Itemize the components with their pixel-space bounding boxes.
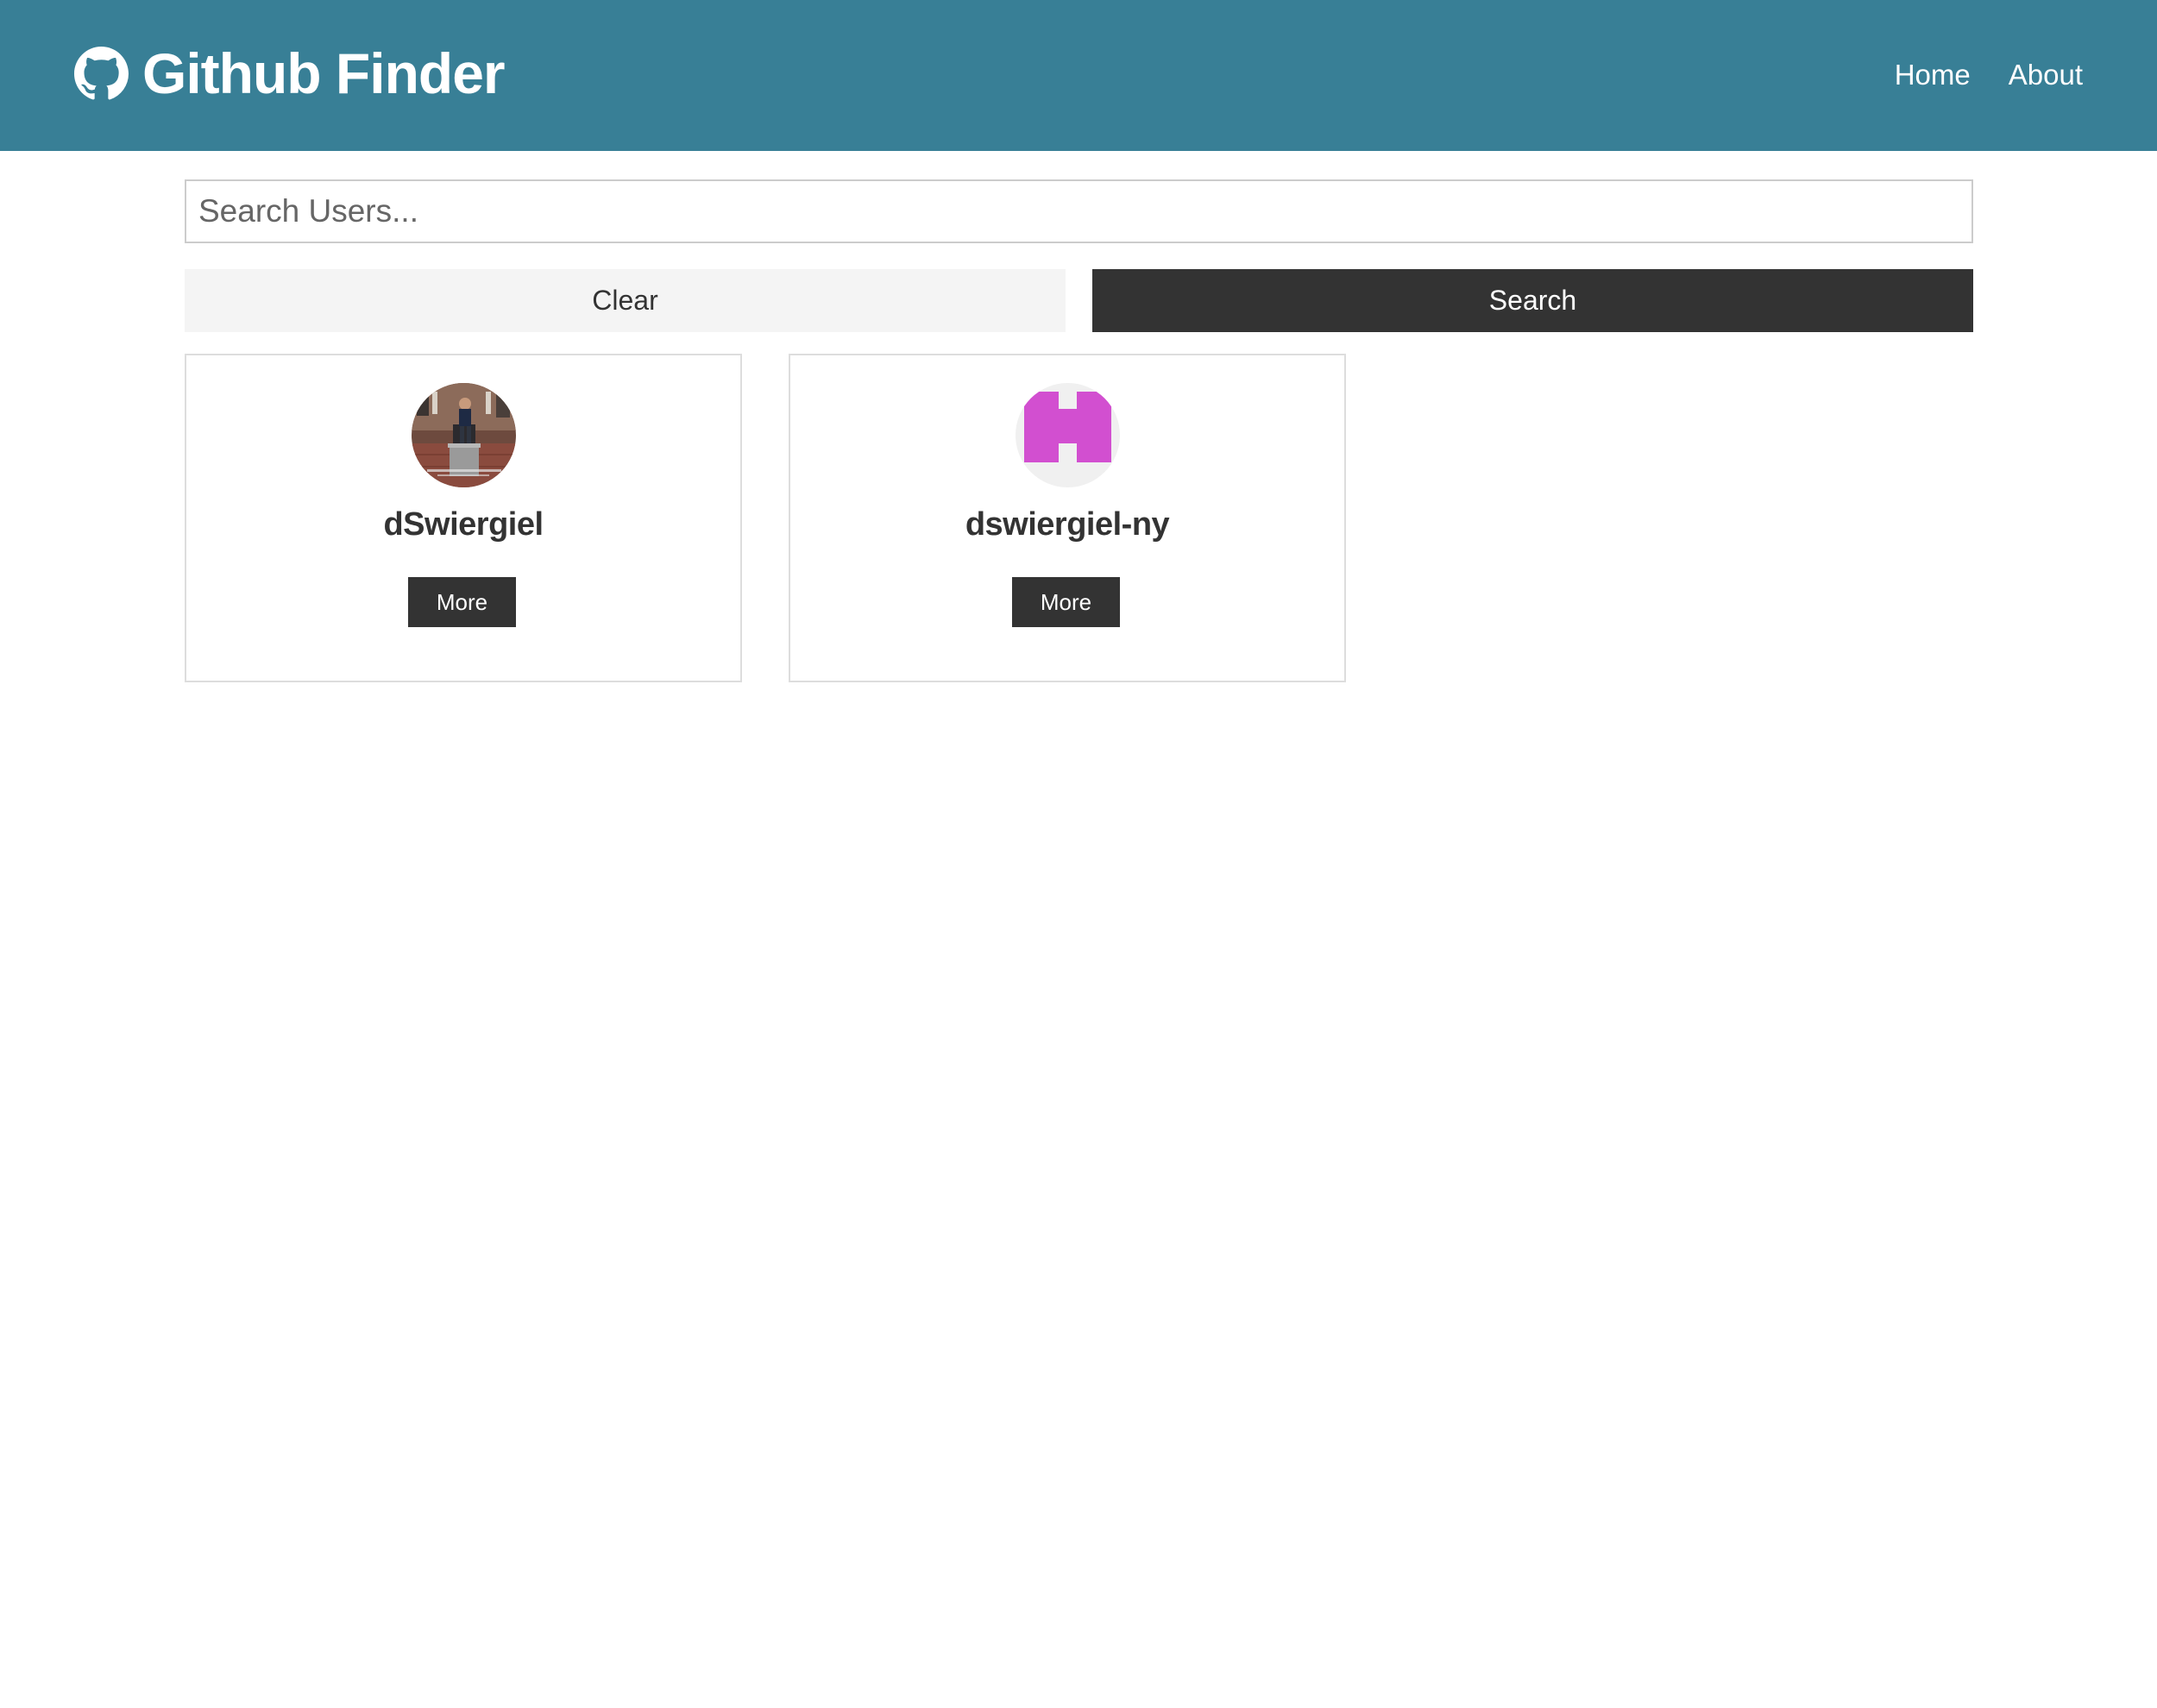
more-button[interactable]: More bbox=[408, 577, 516, 627]
nav-links: Home About bbox=[1857, 53, 2083, 97]
github-icon bbox=[74, 46, 129, 101]
nav-link-about[interactable]: About bbox=[2009, 59, 2083, 91]
search-input[interactable] bbox=[185, 179, 1973, 243]
brand[interactable]: Github Finder bbox=[74, 41, 506, 105]
user-login: dSwiergiel bbox=[383, 506, 544, 543]
more-button[interactable]: More bbox=[1012, 577, 1120, 627]
user-avatar-identicon bbox=[1016, 383, 1120, 487]
user-login: dswiergiel-ny bbox=[965, 506, 1170, 543]
user-card: dSwiergiel More bbox=[185, 354, 742, 682]
nav-link-home[interactable]: Home bbox=[1895, 59, 1971, 91]
user-avatar-photo bbox=[412, 383, 516, 487]
navbar: Github Finder Home About bbox=[0, 0, 2157, 151]
app-title: Github Finder bbox=[142, 41, 506, 105]
user-card: dswiergiel-ny More bbox=[789, 354, 1346, 682]
search-button[interactable]: Search bbox=[1092, 269, 1973, 332]
clear-button[interactable]: Clear bbox=[185, 269, 1066, 332]
